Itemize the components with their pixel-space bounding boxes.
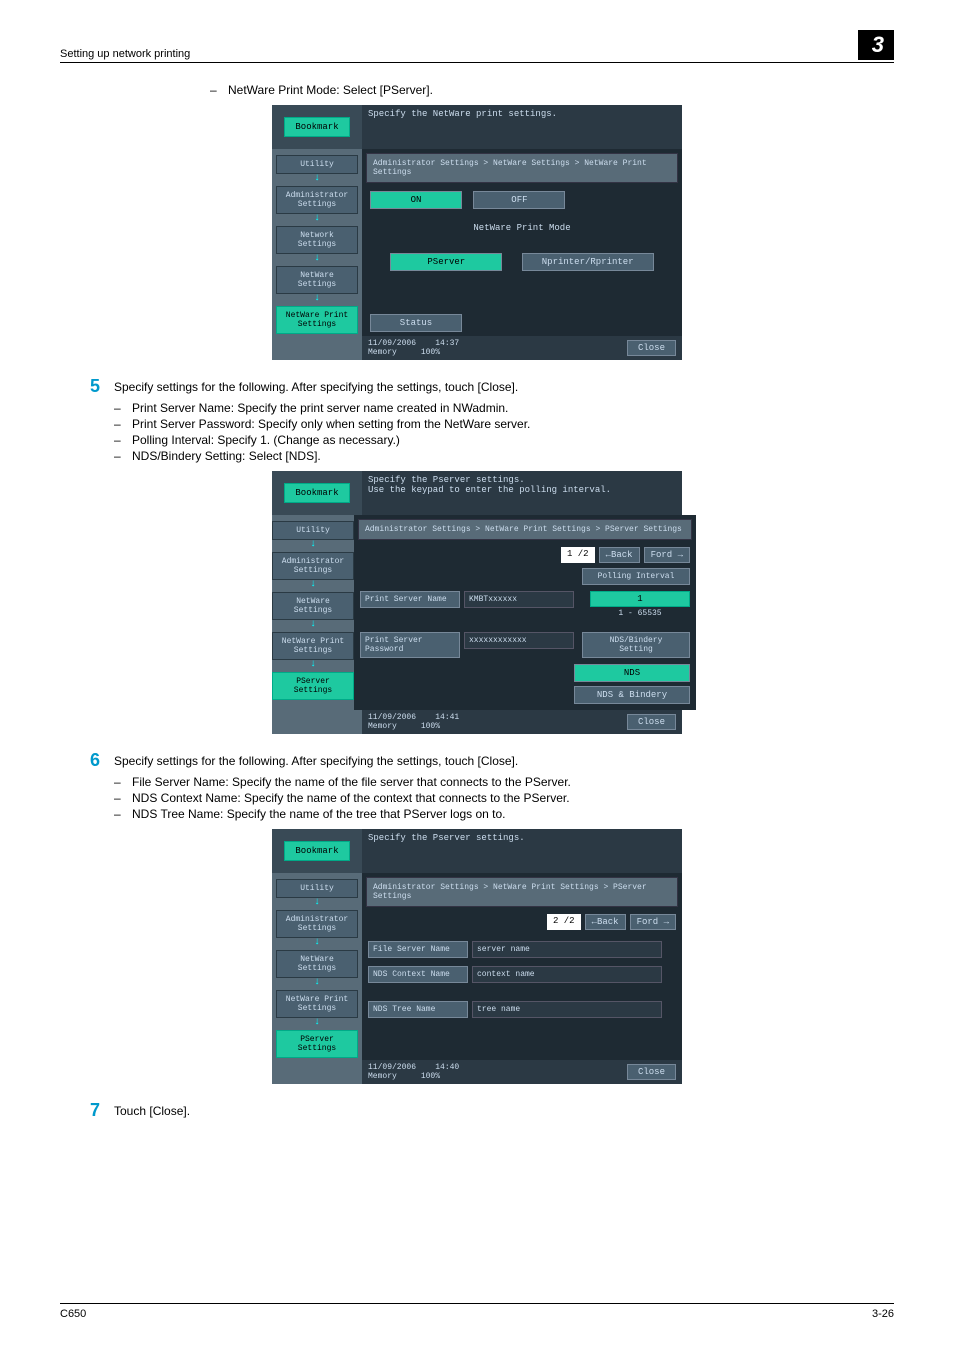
- footer-mem: Memory: [368, 722, 397, 731]
- forward-button[interactable]: Ford →: [630, 914, 676, 930]
- chevron-down-icon: ↓: [314, 1020, 320, 1026]
- footer-pct: 100%: [421, 348, 440, 357]
- status-button[interactable]: Status: [370, 314, 462, 332]
- sidebar-network[interactable]: Network Settings: [276, 226, 358, 254]
- running-head: Setting up network printing: [60, 48, 190, 60]
- panel-title: Specify the NetWare print settings.: [362, 105, 682, 149]
- back-button[interactable]: ←Back: [585, 914, 626, 930]
- sidebar-utility[interactable]: Utility: [276, 155, 358, 174]
- print-server-name-value: KMBTxxxxxx: [464, 591, 574, 608]
- page-indicator: 2 /2: [547, 914, 581, 930]
- chevron-down-icon: ↓: [314, 940, 320, 946]
- mode-label: NetWare Print Mode: [362, 213, 682, 243]
- footer-model: C650: [60, 1308, 86, 1320]
- step5-bullets: –Print Server Name: Specify the print se…: [114, 401, 894, 463]
- footer-mem: Memory: [368, 348, 397, 357]
- pserver-button[interactable]: PServer: [390, 253, 502, 271]
- chevron-down-icon: ↓: [310, 542, 316, 548]
- footer-date: 11/09/2006: [368, 1063, 416, 1072]
- polling-interval-label: Polling Interval: [582, 568, 690, 585]
- footer-time: 14:37: [435, 339, 459, 348]
- print-server-name-label[interactable]: Print Server Name: [360, 591, 460, 608]
- footer-date: 11/09/2006: [368, 339, 416, 348]
- nds-bindery-button[interactable]: NDS & Bindery: [574, 686, 690, 704]
- sidebar-netware[interactable]: NetWare Settings: [272, 592, 354, 620]
- polling-value[interactable]: 1: [590, 591, 690, 607]
- step-text: Touch [Close].: [114, 1100, 894, 1121]
- nprinter-button[interactable]: Nprinter/Rprinter: [522, 253, 654, 271]
- chevron-down-icon: ↓: [314, 256, 320, 262]
- sidebar-netware-print[interactable]: NetWare Print Settings: [272, 632, 354, 660]
- page-indicator: 1 /2: [561, 547, 595, 563]
- bookmark-button[interactable]: Bookmark: [284, 483, 349, 503]
- step6-bullets: –File Server Name: Specify the name of t…: [114, 775, 894, 821]
- sidebar-netware-print[interactable]: NetWare Print Settings: [276, 306, 358, 334]
- footer-pct: 100%: [421, 722, 440, 731]
- close-button[interactable]: Close: [627, 340, 676, 356]
- sidebar-netware-print[interactable]: NetWare Print Settings: [276, 990, 358, 1018]
- sidebar-netware[interactable]: NetWare Settings: [276, 950, 358, 978]
- sidebar-admin[interactable]: Administrator Settings: [272, 552, 354, 580]
- close-button[interactable]: Close: [627, 714, 676, 730]
- nds-tree-name-label[interactable]: NDS Tree Name: [368, 1001, 468, 1018]
- forward-button[interactable]: Ford →: [644, 547, 690, 563]
- chevron-down-icon: ↓: [314, 980, 320, 986]
- footer-time: 14:40: [435, 1063, 459, 1072]
- screenshot-panel-2: Bookmark Specify the Pserver settings.Us…: [272, 471, 682, 734]
- polling-range: 1 - 65535: [590, 607, 690, 620]
- footer-page: 3-26: [872, 1308, 894, 1320]
- chevron-down-icon: ↓: [314, 176, 320, 182]
- sidebar-admin[interactable]: Administrator Settings: [276, 910, 358, 938]
- nds-bindery-label: NDS/Bindery Setting: [582, 632, 690, 658]
- chevron-down-icon: ↓: [314, 296, 320, 302]
- sidebar-netware[interactable]: NetWare Settings: [276, 266, 358, 294]
- footer-pct: 100%: [421, 1072, 440, 1081]
- step-number: 5: [60, 376, 114, 397]
- breadcrumb: Administrator Settings > NetWare Print S…: [358, 519, 692, 540]
- nds-context-name-label[interactable]: NDS Context Name: [368, 966, 468, 983]
- back-button[interactable]: ←Back: [599, 547, 640, 563]
- sidebar-pserver[interactable]: PServer Settings: [276, 1030, 358, 1058]
- file-server-name-label[interactable]: File Server Name: [368, 941, 468, 958]
- step-text: Specify settings for the following. Afte…: [114, 750, 894, 771]
- sidebar-utility[interactable]: Utility: [276, 879, 358, 898]
- sidebar-utility[interactable]: Utility: [272, 521, 354, 540]
- sidebar-admin[interactable]: Administrator Settings: [276, 186, 358, 214]
- print-server-password-value: xxxxxxxxxxxx: [464, 632, 574, 649]
- off-button[interactable]: OFF: [473, 191, 565, 209]
- nds-tree-name-value: tree name: [472, 1001, 662, 1018]
- step-text: Specify settings for the following. Afte…: [114, 376, 894, 397]
- on-button[interactable]: ON: [370, 191, 462, 209]
- chevron-down-icon: ↓: [310, 662, 316, 668]
- breadcrumb: Administrator Settings > NetWare Setting…: [366, 153, 678, 183]
- instruction-line: –NetWare Print Mode: Select [PServer].: [210, 83, 894, 97]
- footer-mem: Memory: [368, 1072, 397, 1081]
- nds-button[interactable]: NDS: [574, 664, 690, 682]
- panel-title: Specify the Pserver settings.Use the key…: [362, 471, 682, 515]
- panel-title: Specify the Pserver settings.: [362, 829, 682, 873]
- bookmark-button[interactable]: Bookmark: [284, 841, 349, 861]
- chapter-badge: 3: [858, 30, 894, 60]
- chevron-down-icon: ↓: [314, 900, 320, 906]
- chevron-down-icon: ↓: [314, 216, 320, 222]
- screenshot-panel-1: Bookmark Specify the NetWare print setti…: [272, 105, 682, 360]
- screenshot-panel-3: Bookmark Specify the Pserver settings. U…: [272, 829, 682, 1084]
- bookmark-button[interactable]: Bookmark: [284, 117, 349, 137]
- step-number: 6: [60, 750, 114, 771]
- breadcrumb: Administrator Settings > NetWare Print S…: [366, 877, 678, 907]
- chevron-down-icon: ↓: [310, 582, 316, 588]
- sidebar-pserver[interactable]: PServer Settings: [272, 672, 354, 700]
- print-server-password-label[interactable]: Print Server Password: [360, 632, 460, 658]
- footer-date: 11/09/2006: [368, 713, 416, 722]
- nds-context-name-value: context name: [472, 966, 662, 983]
- footer-time: 14:41: [435, 713, 459, 722]
- file-server-name-value: server name: [472, 941, 662, 958]
- step-number: 7: [60, 1100, 114, 1121]
- close-button[interactable]: Close: [627, 1064, 676, 1080]
- chevron-down-icon: ↓: [310, 622, 316, 628]
